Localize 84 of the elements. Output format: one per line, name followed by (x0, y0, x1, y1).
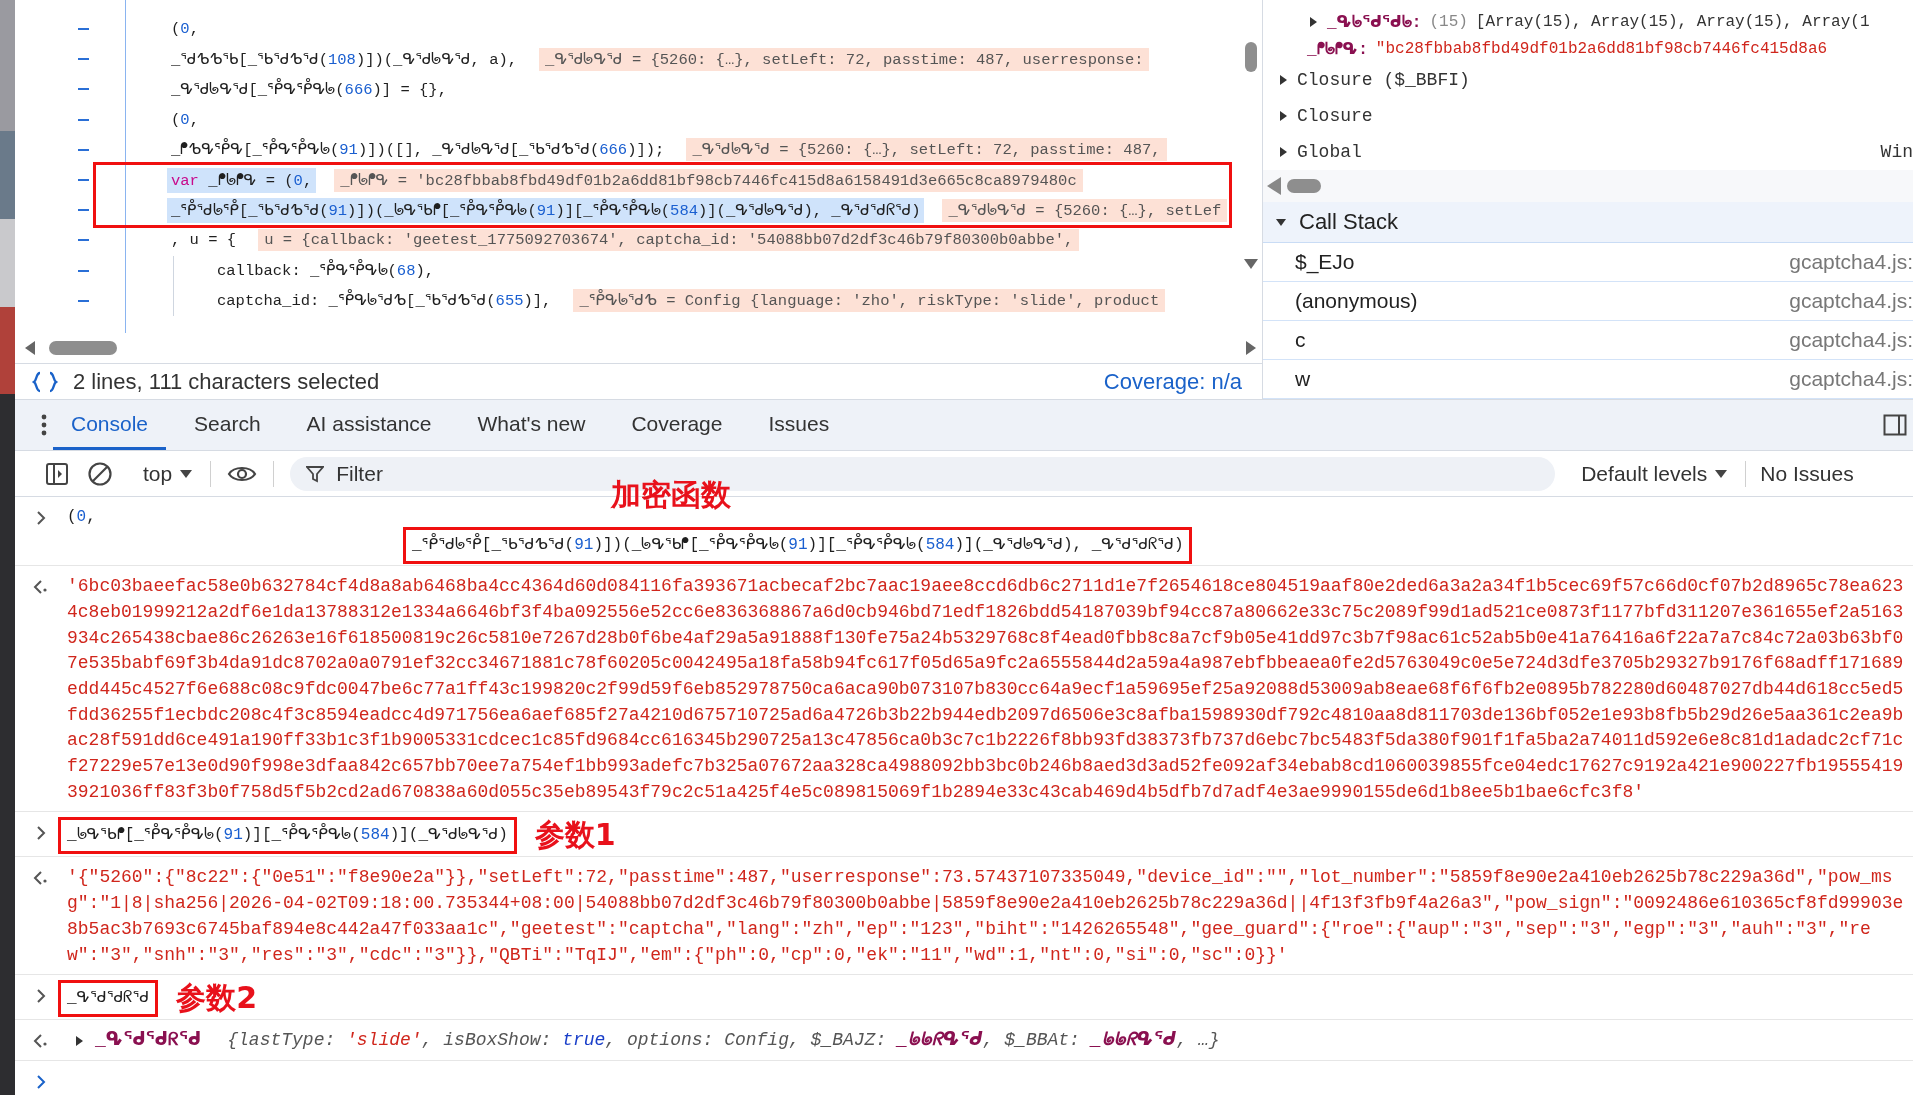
expand-caret-icon[interactable] (1277, 74, 1289, 86)
annotation-label: 参数1 (534, 820, 616, 851)
expand-caret-icon[interactable] (73, 1035, 85, 1048)
code-line: , u = { (170, 230, 238, 252)
gutter-dash-icon (78, 209, 89, 212)
code-line: _ᖁᕹᕹᖃ[_ᖃᖁᕹᖁ(108)])(_ᕴᖁᖚᕴᖁ, a), (170, 49, 519, 71)
pretty-print-icon[interactable] (31, 370, 59, 393)
scrollbar-thumb[interactable] (1245, 42, 1257, 72)
coverage-link[interactable]: Coverage: n/a (1103, 368, 1242, 395)
console-input-text: _ᕴᖁᖁᖇᖁ (67, 988, 150, 1007)
inline-value: u = {callback: 'geetest_1775092703674', captcha_id: '54088bb07d2df3c46b79f80300b0abbe', (258, 229, 1080, 252)
inline-value: _ᖰᖚᖰᕴ = 'bc28fbbab8fbd49df01b2a6dd81bf98cb7446fc415d8a6158491d3e665c8ca8979480c (334, 168, 1083, 192)
array-length: (15) (1429, 12, 1468, 31)
scroll-right-icon[interactable] (1246, 341, 1256, 355)
log-levels-dropdown[interactable]: Default levels (1571, 461, 1738, 486)
inline-value: _ᕴᖁᖚᕴᖁ = {5260: {…}, setLeft: 72, passtime: 487, (686, 138, 1167, 162)
panel-tab[interactable]: What's new (459, 400, 604, 451)
console-input-text: (0, (67, 506, 96, 528)
variable-name: _ᕴᖚᖁᖁᖚ: (1327, 12, 1422, 32)
inline-value: _ᕴᖁᖚᕴᖁ = {5260: {…}, setLeft: 72, passtime: 487, userresponse: (539, 47, 1150, 71)
code-line: callback: _ᕾᕴᕾᕴᖚ(68), (213, 258, 439, 284)
section-value: Win (1880, 142, 1913, 162)
scope-section[interactable]: Closure ($_BBFI) (1297, 70, 1470, 90)
scrollbar-thumb[interactable] (49, 341, 117, 355)
panel-tab[interactable]: Console (53, 400, 167, 451)
code-line: (0, (170, 19, 200, 41)
console-output: '{"5260":{"8c22":{"0e51":"f8e90e2a"}},"setLeft":72,"passtime":487,"userresponse":73.57437107335049,"device_id":"","lot_number":"5859f8e90e2a410eb2625b78c229a36d","pow_msg":"1|8|sha256|2026-04-02T09:18:00.735344+08:00|54088bb07d2df3c46b79f80300b0abbe|5859f8e90e2a410eb2625b78c229a36d||4f13f3fb9f4a26a3","pow_sign":"0092486e610365cf8fd99903e8b5ac3b7693c6745baf894e8c442a47f033aa1c","geetest":"captcha","lang":"zh","ep":"123","biht":"1426265548","gee_guard":{"roe":{"aup":"3","sep":"3","egp":"3","auh":"3","rew":"3","snh":"3","res":"3","cdc":"3"}},"QBTi":"TqIJ","em":{"ph":0,"cp":0,"ek":"11","wd":1,"nt":0,"si":0,"sc":0}}' (67, 866, 1905, 967)
panel-tab[interactable]: Issues (750, 400, 848, 451)
call-stack-header[interactable]: Call Stack (1263, 202, 1913, 243)
call-frame[interactable]: $_EJo gcaptcha4.js: (1263, 243, 1913, 282)
object-name: _ᕴᖁᖁᖇᖁ (95, 1029, 202, 1053)
panel-tab[interactable]: Search (176, 400, 279, 451)
scroll-left-icon[interactable] (1267, 177, 1281, 195)
context-dropdown[interactable]: top (133, 461, 203, 486)
scroll-down-icon[interactable] (1244, 259, 1258, 269)
output-chevron-icon (33, 1034, 49, 1049)
gutter-dash-icon (78, 269, 89, 272)
sidebar-toggle-icon[interactable] (45, 461, 69, 486)
annotation-label: 参数2 (176, 983, 257, 1014)
code-line: _ᖰᕹᕴᕾᕴ[_ᕾᕴᕾᕴᖚ(91)])([], _ᕴᖁᖚᕴᖁ[_ᖃᖁᕹᖁ(666)]); (167, 137, 669, 163)
inline-value: _ᕴᖁᖚᕴᖁ = {5260: {…}, setLef (942, 198, 1228, 222)
expand-caret-icon[interactable] (1277, 146, 1289, 158)
scroll-left-icon[interactable] (25, 341, 35, 355)
call-frame[interactable]: (anonymous) gcaptcha4.js: (1263, 282, 1913, 321)
issues-count[interactable]: No Issues (1754, 461, 1860, 486)
variable-value: "bc28fbbab8fbd49df01b2a6dd81bf98cb7446fc415d8a6 (1375, 39, 1828, 58)
gutter-dash-icon (78, 239, 89, 242)
panel-tab[interactable]: AI assistance (288, 400, 450, 451)
collapse-caret-icon[interactable] (1275, 216, 1287, 228)
object-preview: {lastType: 'slide', isBoxShow: true, options: Config, $_BAJZ: _ᖚᖚᖇᕴᖁ, $_BBAt: _ᖚᖚᖇᕴᖁ, …} (227, 1029, 1220, 1053)
gutter-dash-icon (78, 28, 89, 31)
scope-section[interactable]: Global (1297, 142, 1362, 162)
variable-name: _ᖰᖚᖰᕴ: (1307, 39, 1368, 59)
call-frame[interactable]: w gcaptcha4.js: (1263, 360, 1913, 399)
code-line: (0, (170, 109, 200, 131)
expand-caret-icon[interactable] (1307, 15, 1319, 28)
output-chevron-icon (33, 871, 49, 886)
gutter-dash-icon (78, 299, 89, 302)
scrollbar-thumb[interactable] (1287, 179, 1321, 193)
expand-caret-icon[interactable] (1277, 110, 1289, 122)
output-chevron-icon (33, 580, 49, 595)
section-title: Call Stack (1299, 209, 1399, 235)
inline-value: _ᕾᕴᖚᖁᕹ = Config {language: 'zho', riskType: 'slide', product (573, 289, 1166, 313)
code-line: _ᕴᖁᖚᕴᖁ[_ᕾᕴᕾᕴᖚ(666)] = {}, (170, 77, 448, 101)
prompt-chevron-icon[interactable] (36, 1075, 46, 1089)
panel-tab[interactable]: Coverage (613, 400, 741, 451)
input-chevron-icon (36, 826, 46, 841)
variable-value: [Array(15), Array(15), Array(15), Array(1 (1475, 12, 1870, 31)
gutter-dash-icon (78, 148, 89, 151)
filter-icon (306, 464, 325, 483)
gutter-dash-icon (78, 58, 89, 61)
gutter-dash-icon (78, 179, 89, 182)
code-line: captcha_id: _ᕾᕴᖚᖁᕹ[_ᖃᖁᕹᖁ(655)], (213, 288, 556, 314)
dropdown-caret-icon (1715, 469, 1728, 478)
gutter-dash-icon (78, 118, 89, 121)
scope-section[interactable]: Closure (1297, 106, 1373, 126)
call-frame[interactable]: c gcaptcha4.js: (1263, 321, 1913, 360)
input-chevron-icon (36, 989, 46, 1004)
clear-console-icon[interactable] (87, 460, 113, 487)
selection-status: 2 lines, 111 characters selected (73, 368, 380, 395)
dropdown-caret-icon (180, 469, 193, 478)
gutter-dash-icon (78, 88, 89, 91)
console-output: '6bc03baeefac58e0b632784cf4d8a8ab6468ba4cc4364d60d084116fa393671acbecaf2bc7aac19aee8ccd6db6c2711d1e7f2654618ce804519aaf80e2ded6a3a2a34f1b5cec69f57c66d0cf07b2d8965c78ea6234c8eb01999212a2df6e1da13788312e1334a6646bf3f4ba092556e52cc6e836368867a6d0cb946bd71edf1826bdd54187039bf94cc87a80662e33c75c2089f99d1ad521ce0873f1177bfd311207e361655ef2a5163934c265438cbae86c26263e16f618500819c26c5810e7267d28b0f6be4af29a5a91888f130fe75a24b5329768c8f4ead0fbb8c8a7cf9b05e41dd97c3b7f98ac61c52ab5b0e41a76416a6f22a7a7c84c72a03b63bf07e535babf69f3b4da91dc8702a0a0791ef32cc34671881c78f60205c0042495a18fa58b94fc617f05d65a9fc2a6555844d2a59a4a987ebfbbeaea0fe2d5763049c0e5e724d3dfe3705b29327b9176f68adff171689edd445c4527f6e688c08c9fdc0047be6c77a1ff43c199820c2f99d59f6eb852978750ca6aca90b073107b830cc64a9ecf1a59695ef25a92088d53009ab8eae68f6f6fb2e0895b782280d60487027db44d618cc5ed5fdd36255f1ecbdc208c4f3c8594eadcc4d971756ea6aef685f27a4210d675710725ad6a4726b3b22b944edb2097d6506e3c8afba1598930df792c4810aa8d811703de136bf052e1e93b8fb5b29d26e5aa361c2ea9bac28f591dd6ce491a190ff33b1c3f1b9005331cdcec1c85fd9684cc616345b290725a13c47856ca0b3c7c1b2226f8bb93fd38373fb737d6ebc7bc5483f5da380f901f1fa5ba2a74011d592e6e8c81d1adadc2cf71cf27229e57e13e0d90f998e3dfaa842c657bb70ee7a754ef1bb993adefc7b325a07672aa328ca4988092bb3bc0b246b8aed3d3ad52fe092af34ebab8cd1060039855fce04edc17627c9192a421e900227fb195554193921036ff83f3b0f758d5f5b2cd2ad670838a60d055c35eb89543f79c2c51a425f4e5c089815069f1b2894e33c43cab469d4b5dfb7d7adf4e3ae9990155de6d1b8ee5b1bae6cfc3f8' (67, 575, 1905, 804)
input-chevron-icon (36, 510, 46, 525)
